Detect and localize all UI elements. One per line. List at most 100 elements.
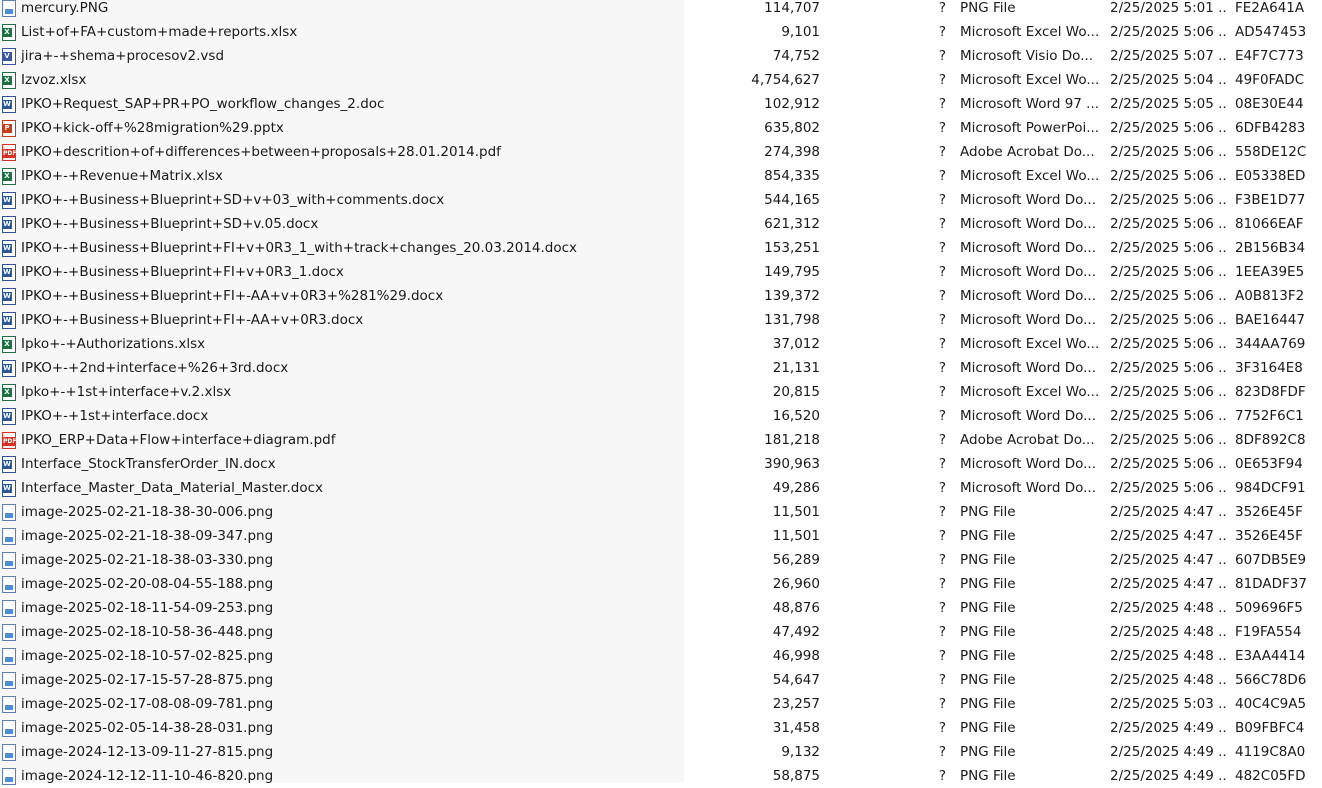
file-crc: 3526E45F: [1235, 504, 1303, 520]
file-row[interactable]: image-2025-02-18-11-54-09-253.png 48,876…: [0, 596, 1322, 620]
file-size: 9,132: [781, 744, 820, 760]
file-modified-date: 2/25/2025 4:48 ...: [1110, 624, 1226, 640]
file-row[interactable]: image-2024-12-13-09-11-27-815.png 9,132 …: [0, 740, 1322, 764]
file-type: Microsoft Word Do...: [960, 240, 1097, 256]
file-status: ?: [938, 624, 946, 640]
file-row[interactable]: image-2025-02-21-18-38-30-006.png 11,501…: [0, 500, 1322, 524]
file-name[interactable]: image-2024-12-13-09-11-27-815.png: [21, 740, 681, 764]
file-row[interactable]: image-2025-02-18-10-57-02-825.png 46,998…: [0, 644, 1322, 668]
file-row[interactable]: PDF IPKO_ERP+Data+Flow+interface+diagram…: [0, 428, 1322, 452]
file-name[interactable]: mercury.PNG: [21, 0, 681, 20]
file-row[interactable]: image-2025-02-17-08-08-09-781.png 23,257…: [0, 692, 1322, 716]
file-row[interactable]: image-2025-02-05-14-38-28-031.png 31,458…: [0, 716, 1322, 740]
file-size: 74,752: [772, 48, 820, 64]
file-name[interactable]: Interface_StockTransferOrder_IN.docx: [21, 452, 681, 476]
file-row[interactable]: X Izvoz.xlsx 4,754,627 ? Microsoft Excel…: [0, 68, 1322, 92]
file-modified-date: 2/25/2025 5:06 ...: [1110, 168, 1226, 184]
file-row[interactable]: image-2025-02-21-18-38-09-347.png 11,501…: [0, 524, 1322, 548]
file-row[interactable]: X Ipko+-+Authorizations.xlsx 37,012 ? Mi…: [0, 332, 1322, 356]
file-row[interactable]: P IPKO+kick-off+%28migration%29.pptx 635…: [0, 116, 1322, 140]
file-status: ?: [938, 648, 946, 664]
file-row[interactable]: X List+of+FA+custom+made+reports.xlsx 9,…: [0, 20, 1322, 44]
image-file-icon: [1, 524, 19, 548]
file-type: Microsoft Visio Do...: [960, 48, 1094, 64]
file-row[interactable]: X Ipko+-+1st+interface+v.2.xlsx 20,815 ?…: [0, 380, 1322, 404]
pdf-file-icon: PDF: [1, 140, 19, 164]
file-name[interactable]: List+of+FA+custom+made+reports.xlsx: [21, 20, 681, 44]
file-row[interactable]: W IPKO+-+2nd+interface+%26+3rd.docx 21,1…: [0, 356, 1322, 380]
file-name[interactable]: Izvoz.xlsx: [21, 68, 681, 92]
file-modified-date: 2/25/2025 5:05 ...: [1110, 96, 1226, 112]
file-row[interactable]: W IPKO+-+Business+Blueprint+FI+-AA+v+0R3…: [0, 284, 1322, 308]
file-type: PNG File: [960, 672, 1016, 688]
file-name[interactable]: image-2025-02-17-15-57-28-875.png: [21, 668, 681, 692]
file-modified-date: 2/25/2025 4:47 ...: [1110, 552, 1226, 568]
file-name[interactable]: IPKO+-+Business+Blueprint+SD+v.05.docx: [21, 212, 681, 236]
file-name[interactable]: Ipko+-+Authorizations.xlsx: [21, 332, 681, 356]
file-row[interactable]: W IPKO+-+Business+Blueprint+FI+-AA+v+0R3…: [0, 308, 1322, 332]
file-modified-date: 2/25/2025 4:49 ...: [1110, 744, 1226, 760]
file-name[interactable]: IPKO+Request_SAP+PR+PO_workflow_changes_…: [21, 92, 681, 116]
file-name[interactable]: IPKO+-+Revenue+Matrix.xlsx: [21, 164, 681, 188]
word-file-icon: W: [1, 476, 19, 500]
file-status: ?: [938, 744, 946, 760]
file-row[interactable]: image-2025-02-17-15-57-28-875.png 54,647…: [0, 668, 1322, 692]
file-name[interactable]: IPKO_ERP+Data+Flow+interface+diagram.pdf: [21, 428, 681, 452]
file-name[interactable]: IPKO+-+2nd+interface+%26+3rd.docx: [21, 356, 681, 380]
file-crc: E3AA4414: [1235, 648, 1306, 664]
file-crc: E05338ED: [1235, 168, 1306, 184]
file-name[interactable]: IPKO+kick-off+%28migration%29.pptx: [21, 116, 681, 140]
file-row[interactable]: X IPKO+-+Revenue+Matrix.xlsx 854,335 ? M…: [0, 164, 1322, 188]
file-name[interactable]: jira+-+shema+procesov2.vsd: [21, 44, 681, 68]
file-row[interactable]: W IPKO+-+Business+Blueprint+SD+v.05.docx…: [0, 212, 1322, 236]
file-name[interactable]: Interface_Master_Data_Material_Master.do…: [21, 476, 681, 500]
file-name[interactable]: image-2025-02-18-10-58-36-448.png: [21, 620, 681, 644]
file-size: 23,257: [772, 696, 820, 712]
file-name[interactable]: IPKO+-+Business+Blueprint+SD+v+03_with+c…: [21, 188, 681, 212]
file-row[interactable]: W IPKO+-+Business+Blueprint+FI+v+0R3_1.d…: [0, 260, 1322, 284]
file-name[interactable]: IPKO+-+Business+Blueprint+FI+-AA+v+0R3.d…: [21, 308, 681, 332]
file-name[interactable]: IPKO+-+Business+Blueprint+FI+-AA+v+0R3+%…: [21, 284, 681, 308]
file-row[interactable]: W Interface_StockTransferOrder_IN.docx 3…: [0, 452, 1322, 476]
file-name[interactable]: IPKO+-+1st+interface.docx: [21, 404, 681, 428]
file-name[interactable]: image-2025-02-21-18-38-09-347.png: [21, 524, 681, 548]
file-row[interactable]: V jira+-+shema+procesov2.vsd 74,752 ? Mi…: [0, 44, 1322, 68]
file-name[interactable]: IPKO+-+Business+Blueprint+FI+v+0R3_1_wit…: [21, 236, 681, 260]
file-name[interactable]: image-2025-02-17-08-08-09-781.png: [21, 692, 681, 716]
file-modified-date: 2/25/2025 5:06 ...: [1110, 480, 1226, 496]
file-name[interactable]: image-2025-02-18-11-54-09-253.png: [21, 596, 681, 620]
file-name[interactable]: Ipko+-+1st+interface+v.2.xlsx: [21, 380, 681, 404]
image-file-icon: [1, 764, 19, 788]
file-row[interactable]: image-2025-02-18-10-58-36-448.png 47,492…: [0, 620, 1322, 644]
file-type: Microsoft Word Do...: [960, 456, 1097, 472]
file-type: Microsoft Excel Wo...: [960, 72, 1100, 88]
file-crc: 482C05FD: [1235, 768, 1306, 784]
file-name[interactable]: IPKO+-+Business+Blueprint+FI+v+0R3_1.doc…: [21, 260, 681, 284]
file-name[interactable]: image-2024-12-12-11-10-46-820.png: [21, 764, 681, 788]
file-name[interactable]: image-2025-02-05-14-38-28-031.png: [21, 716, 681, 740]
file-row[interactable]: W IPKO+Request_SAP+PR+PO_workflow_change…: [0, 92, 1322, 116]
file-row[interactable]: W IPKO+-+1st+interface.docx 16,520 ? Mic…: [0, 404, 1322, 428]
file-row[interactable]: image-2025-02-21-18-38-03-330.png 56,289…: [0, 548, 1322, 572]
file-name[interactable]: image-2025-02-21-18-38-30-006.png: [21, 500, 681, 524]
file-row[interactable]: image-2024-12-12-11-10-46-820.png 58,875…: [0, 764, 1322, 788]
excel-file-icon: X: [1, 332, 19, 356]
file-crc: 6DFB4283: [1235, 120, 1306, 136]
file-status: ?: [938, 672, 946, 688]
image-file-icon: [1, 596, 19, 620]
image-file-icon: [1, 644, 19, 668]
file-row[interactable]: W IPKO+-+Business+Blueprint+FI+v+0R3_1_w…: [0, 236, 1322, 260]
file-name[interactable]: image-2025-02-18-10-57-02-825.png: [21, 644, 681, 668]
file-status: ?: [938, 48, 946, 64]
word-file-icon: W: [1, 356, 19, 380]
image-file-icon: [1, 716, 19, 740]
file-name[interactable]: image-2025-02-20-08-04-55-188.png: [21, 572, 681, 596]
file-row[interactable]: PDF IPKO+descrition+of+differences+betwe…: [0, 140, 1322, 164]
file-row[interactable]: W IPKO+-+Business+Blueprint+SD+v+03_with…: [0, 188, 1322, 212]
file-row[interactable]: W Interface_Master_Data_Material_Master.…: [0, 476, 1322, 500]
file-name[interactable]: image-2025-02-21-18-38-03-330.png: [21, 548, 681, 572]
file-row[interactable]: mercury.PNG 114,707 ? PNG File 2/25/2025…: [0, 0, 1322, 20]
file-name[interactable]: IPKO+descrition+of+differences+between+p…: [21, 140, 681, 164]
file-row[interactable]: image-2025-02-20-08-04-55-188.png 26,960…: [0, 572, 1322, 596]
file-modified-date: 2/25/2025 5:07 ...: [1110, 48, 1226, 64]
